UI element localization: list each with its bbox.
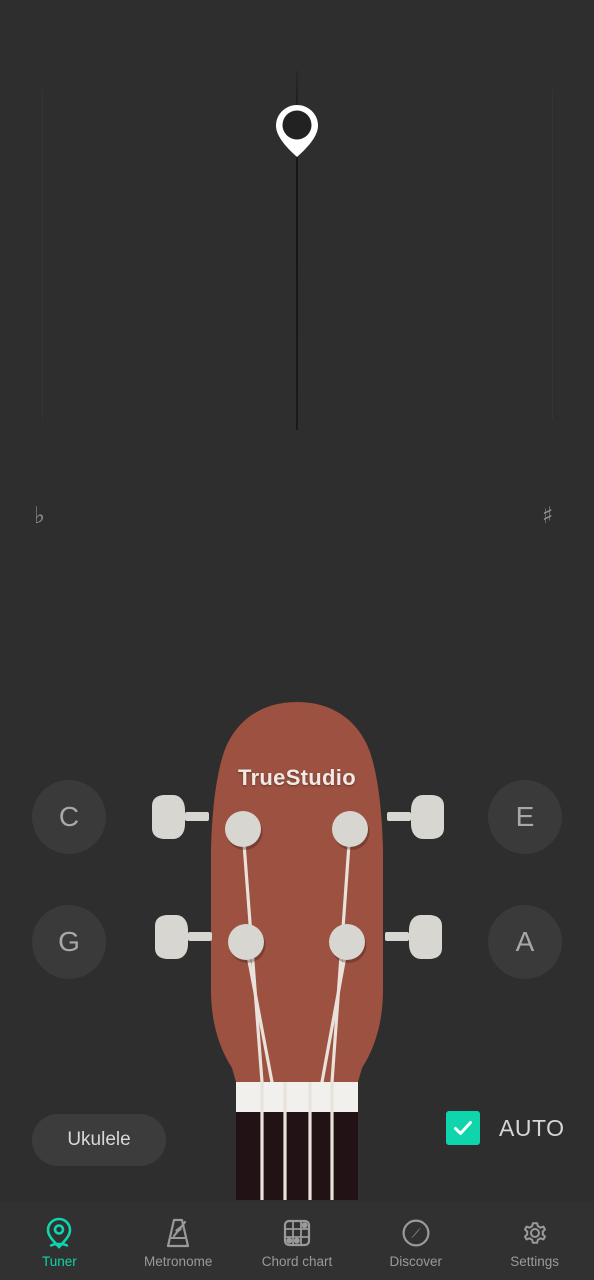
auto-checkbox[interactable]	[446, 1111, 480, 1145]
check-icon	[454, 1121, 472, 1135]
nav-item-tuner[interactable]: Tuner	[0, 1202, 119, 1280]
auto-mode-label: AUTO	[499, 1114, 565, 1141]
metronome-icon	[162, 1217, 194, 1249]
gauge-tick-right	[552, 90, 553, 420]
sharp-symbol: ♯	[542, 503, 554, 529]
nav-label-metronome: Metronome	[144, 1254, 213, 1269]
nav-item-metronome[interactable]: Metronome	[119, 1202, 238, 1280]
nav-label-tuner: Tuner	[42, 1254, 77, 1269]
flat-symbol: ♭	[34, 503, 45, 529]
tuner-pin-icon	[43, 1217, 75, 1249]
gauge-tick-left	[42, 90, 43, 420]
nav-item-settings[interactable]: Settings	[475, 1202, 594, 1280]
headstock-brand-label: TrueStudio	[238, 765, 356, 790]
tuning-peg-e[interactable]	[385, 793, 447, 841]
tuner-gauge[interactable]: ♭ ♯	[0, 0, 594, 570]
pin-marker-icon	[274, 103, 320, 159]
nav-label-discover: Discover	[389, 1254, 443, 1269]
gear-icon	[519, 1217, 551, 1249]
nav-label-settings: Settings	[510, 1254, 559, 1269]
compass-icon	[400, 1217, 432, 1249]
chord-chart-icon	[281, 1217, 313, 1249]
tuner-app-screen: ♭ ♯ C E G A TrueStudio Ukulele AUTO Tune…	[0, 0, 594, 1280]
instrument-selector-button[interactable]: Ukulele	[32, 1114, 166, 1166]
auto-mode-toggle[interactable]: AUTO	[446, 1111, 564, 1145]
bottom-navigation-bar: Tuner Metronome Chord chart Discover Set…	[0, 1202, 594, 1280]
tuning-peg-c[interactable]	[149, 793, 211, 841]
nav-item-chord-chart[interactable]: Chord chart	[238, 1202, 357, 1280]
tuning-peg-g[interactable]	[152, 913, 214, 961]
tuning-peg-a[interactable]	[383, 913, 445, 961]
instrument-selector-label: Ukulele	[67, 1129, 131, 1150]
nav-item-discover[interactable]: Discover	[356, 1202, 475, 1280]
nav-label-chord-chart: Chord chart	[261, 1254, 333, 1269]
